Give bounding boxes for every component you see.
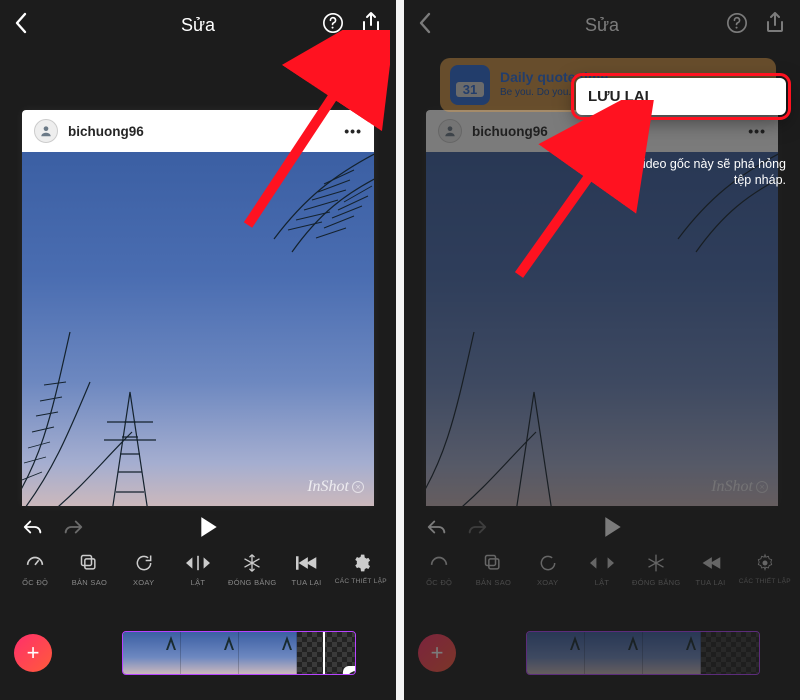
undo-icon[interactable] bbox=[22, 519, 44, 540]
avatar bbox=[34, 119, 58, 143]
add-clip-button[interactable]: + bbox=[14, 634, 52, 672]
back-icon[interactable] bbox=[418, 12, 432, 39]
playhead[interactable] bbox=[323, 631, 325, 675]
timeline-clips[interactable] bbox=[526, 631, 760, 675]
edit-toolbar: ỐC ĐỘ BẢN SAO XOAY LẬT ĐÓNG BĂNG TUA LẠI… bbox=[0, 552, 396, 606]
save-menu-item[interactable]: LƯU LẠI bbox=[576, 78, 786, 115]
calendar-icon: 31 bbox=[450, 65, 490, 105]
tool-rotate[interactable]: XOAY bbox=[521, 552, 575, 587]
tool-flip[interactable]: LẬT bbox=[171, 552, 225, 587]
back-icon[interactable] bbox=[14, 12, 28, 39]
post-photo: InShot× bbox=[426, 152, 778, 506]
tool-flip[interactable]: LẬT bbox=[575, 552, 629, 587]
help-icon[interactable] bbox=[322, 12, 344, 39]
post-more-icon[interactable]: ••• bbox=[344, 123, 362, 139]
timeline-clip[interactable] bbox=[239, 632, 297, 674]
timeline-clip[interactable] bbox=[181, 632, 239, 674]
share-icon[interactable] bbox=[360, 11, 382, 40]
redo-icon[interactable] bbox=[466, 519, 488, 540]
tool-rewind[interactable]: TUA LẠI bbox=[279, 552, 333, 587]
play-icon[interactable] bbox=[199, 516, 219, 543]
tool-freeze[interactable]: ĐÓNG BĂNG bbox=[225, 552, 279, 587]
post-photo: InShot× bbox=[22, 152, 374, 506]
redo-icon[interactable] bbox=[62, 519, 84, 540]
play-icon[interactable] bbox=[603, 516, 623, 543]
page-title: Sửa bbox=[181, 15, 215, 36]
tool-freeze[interactable]: ĐÓNG BĂNG bbox=[629, 552, 683, 587]
inshot-watermark: InShot× bbox=[711, 478, 768, 496]
undo-icon[interactable] bbox=[426, 519, 448, 540]
tool-rotate[interactable]: XOAY bbox=[117, 552, 171, 587]
timeline-clips[interactable]: ◄ bbox=[122, 631, 356, 675]
post-more-icon[interactable]: ••• bbox=[748, 123, 766, 139]
tool-settings[interactable]: CÁC THIẾT LẬP bbox=[738, 552, 792, 585]
post-card: bichuong96 ••• bbox=[22, 110, 374, 506]
post-username: bichuong96 bbox=[472, 124, 548, 139]
tool-speed[interactable]: ỐC ĐỘ bbox=[412, 552, 466, 587]
help-icon[interactable] bbox=[726, 12, 748, 39]
trim-handle-icon[interactable]: ◄ bbox=[343, 666, 356, 675]
timeline-clip[interactable] bbox=[123, 632, 181, 674]
inshot-watermark: InShot× bbox=[307, 478, 364, 496]
add-clip-button[interactable]: + bbox=[418, 634, 456, 672]
post-username: bichuong96 bbox=[68, 124, 144, 139]
avatar bbox=[438, 119, 462, 143]
tool-settings[interactable]: CÁC THIẾT LẬP bbox=[334, 552, 388, 585]
page-title: Sửa bbox=[585, 15, 619, 36]
tool-copy[interactable]: BẢN SAO bbox=[62, 552, 116, 587]
share-icon[interactable] bbox=[764, 11, 786, 40]
tool-speed[interactable]: ỐC ĐỘ bbox=[8, 552, 62, 587]
delete-warning-text: Việc xóa video gốc này sẽ phá hỏng tệp n… bbox=[576, 156, 786, 188]
tool-rewind[interactable]: TUA LẠI bbox=[683, 552, 737, 587]
tool-copy[interactable]: BẢN SAO bbox=[466, 552, 520, 587]
